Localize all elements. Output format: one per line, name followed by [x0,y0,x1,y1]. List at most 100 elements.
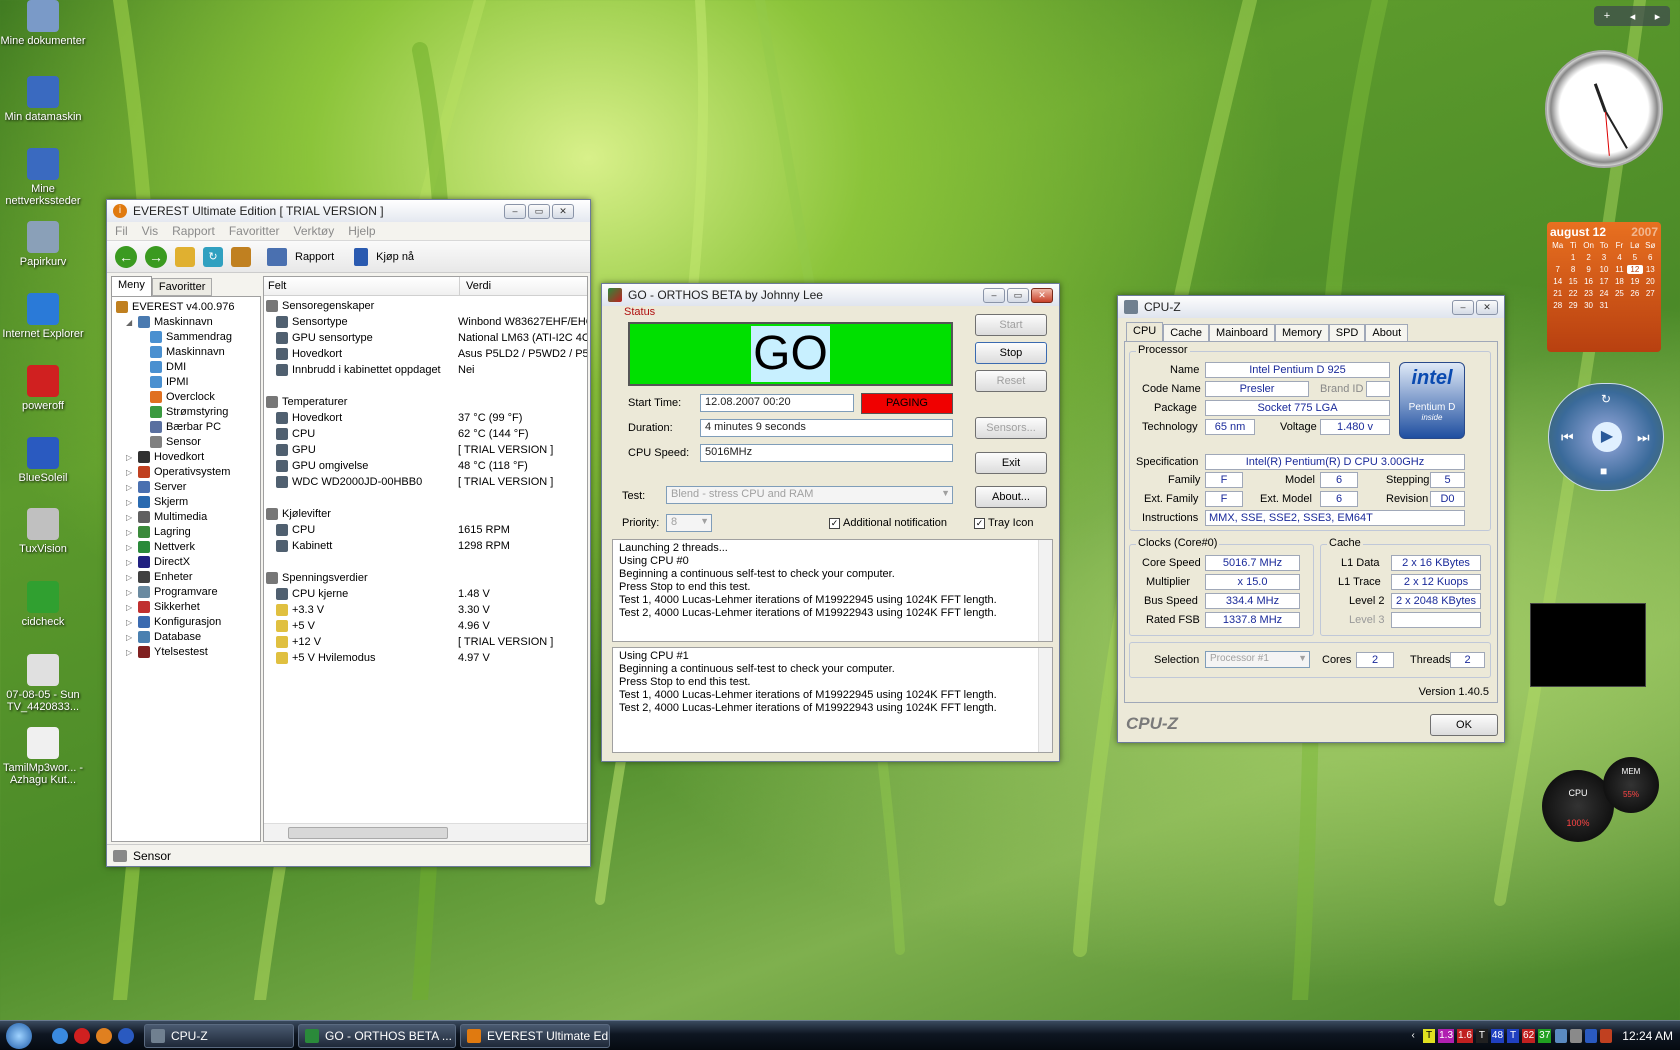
about-button[interactable]: About... [975,486,1047,508]
tree-item[interactable]: Maskinnavn [150,344,225,360]
start-button[interactable]: Start [975,314,1047,336]
stop-icon[interactable]: ■ [1600,464,1607,478]
previous-icon[interactable]: ◂ [1630,10,1636,23]
tree-item[interactable]: ▷ Server [126,479,186,495]
log-cpu0[interactable]: Launching 2 threads... Using CPU #0 Beginn… [612,539,1053,642]
calendar-day[interactable]: 5 [1627,253,1642,262]
desktop-icon[interactable]: Mine dokumenter [0,0,88,47]
expand-icon[interactable]: ▷ [126,513,134,522]
calendar-day[interactable]: 17 [1596,277,1611,286]
sensor-row[interactable]: +5 V 4.96 V [276,618,587,634]
tree-item[interactable]: ▷ Enheter [126,569,193,585]
sensor-row[interactable]: GPU sensortype National LM63 (ATI-I2C 4C [276,330,587,346]
tree-item[interactable]: Overclock [150,389,215,405]
expand-icon[interactable]: ▷ [126,498,134,507]
next-icon[interactable]: ▸ [1655,10,1661,23]
menu-item[interactable]: Favoritter [229,224,280,238]
volume-icon[interactable] [1570,1029,1583,1043]
expand-icon[interactable]: ▷ [126,543,134,552]
menu-item[interactable]: Verktøy [294,224,335,238]
tree-item[interactable]: DMI [150,359,186,375]
calendar-day[interactable]: 24 [1596,289,1611,298]
bluetooth-icon[interactable] [118,1027,134,1044]
close-button[interactable]: ✕ [1476,299,1498,315]
tree-item[interactable]: EVEREST v4.00.976 [116,299,235,315]
menu-item[interactable]: Rapport [172,224,215,238]
calendar-day[interactable]: 14 [1550,277,1565,286]
tray-indicator[interactable]: T [1475,1029,1488,1043]
expand-icon[interactable]: ▷ [126,573,134,582]
tree-item[interactable]: IPMI [150,374,189,390]
cpuz-titlebar[interactable]: CPU-Z – ✕ [1118,296,1504,318]
tree-item[interactable]: ▷ Konfigurasjon [126,614,221,630]
start-button[interactable] [0,1021,38,1050]
calendar-day[interactable]: 6 [1643,253,1658,262]
tray-indicator[interactable]: 1.6 [1457,1029,1473,1043]
tab-favoritter[interactable]: Favoritter [151,278,213,296]
sensor-row[interactable]: GPU [ TRIAL VERSION ] [276,442,587,458]
exit-button[interactable]: Exit [975,452,1047,474]
calendar-day[interactable]: 23 [1581,289,1596,298]
ok-button[interactable]: OK [1430,714,1498,736]
tray-indicator[interactable]: T [1507,1029,1520,1043]
everest-titlebar[interactable]: i EVEREST Ultimate Edition [ TRIAL VERSI… [107,200,590,222]
calendar-day[interactable]: 4 [1612,253,1627,262]
reset-button[interactable]: Reset [975,370,1047,392]
col-felt[interactable]: Felt [264,277,460,295]
sensor-row[interactable]: Kabinett 1298 RPM [276,538,587,554]
opera-icon[interactable] [74,1027,90,1044]
tree-item[interactable]: ▷ Sikkerhet [126,599,200,615]
orthos-window[interactable]: GO - ORTHOS BETA by Johnny Lee – ▭ ✕ Sta… [601,283,1060,762]
calendar-day[interactable]: 12 [1627,265,1643,274]
shield-icon[interactable] [1600,1029,1613,1043]
calendar-day[interactable]: 16 [1581,277,1596,286]
calendar-day[interactable]: 30 [1581,301,1596,310]
cpuz-window[interactable]: CPU-Z – ✕ CPU Cache Mainboard Memory SPD Abou… [1117,295,1505,743]
calendar-day[interactable]: 25 [1612,289,1627,298]
tree-item[interactable]: ▷ DirectX [126,554,190,570]
stop-button[interactable]: Stop [975,342,1047,364]
tray-indicator[interactable]: 37 [1538,1029,1552,1043]
tray-indicator[interactable]: 62 [1522,1029,1536,1043]
tab-about[interactable]: About [1365,324,1409,342]
close-button[interactable]: ✕ [552,203,574,219]
tree-item[interactable]: ▷ Ytelsestest [126,644,208,660]
desktop-icon[interactable]: 07-08-05 - Sun TV_4420833... [0,654,88,713]
chevron-left-icon[interactable]: ‹ [1407,1029,1419,1043]
sensor-row[interactable]: Sensortype Winbond W83627EHF/EHG [276,314,587,330]
test-select[interactable]: Blend - stress CPU and RAM ▼ [666,486,953,504]
sensor-row[interactable]: WDC WD2000JD-00HBB0 [ TRIAL VERSION ] [276,474,587,490]
internet-explorer-icon[interactable] [52,1027,68,1044]
taskbar-item[interactable]: GO - ORTHOS BETA ... [298,1023,456,1048]
tree-item[interactable]: ▷ Nettverk [126,539,195,555]
add-gadget-icon[interactable]: + [1604,10,1610,22]
taskbar-item[interactable]: CPU-Z [144,1023,294,1048]
calendar-day[interactable] [1643,301,1658,310]
report-button[interactable]: Rapport [295,251,334,263]
calendar-day[interactable] [1612,301,1627,310]
play-icon[interactable]: ▶ [1592,422,1622,452]
calendar-day[interactable]: 3 [1596,253,1611,262]
bluetooth-tray-icon[interactable] [1585,1029,1598,1043]
tree-item[interactable]: ▷ Lagring [126,524,191,540]
tray-indicator[interactable]: 1.3 [1438,1029,1455,1043]
calendar-day[interactable]: 13 [1643,265,1658,274]
tree-item[interactable]: ▷ Operativsystem [126,464,230,480]
tree-item[interactable]: ◢ Maskinnavn [126,314,213,330]
calendar-day[interactable]: 9 [1581,265,1596,274]
firefox-icon[interactable] [96,1027,112,1044]
clock-text[interactable]: 12:24 AM [1621,1029,1674,1043]
desktop-icon[interactable]: TuxVision [0,508,88,555]
calendar-day[interactable]: 2 [1581,253,1596,262]
log-cpu1[interactable]: Using CPU #1 Beginning a continuous self-… [612,647,1053,753]
calendar-day[interactable]: 21 [1550,289,1565,298]
desktop-icon[interactable]: Mine nettverkssteder [0,148,88,207]
up-icon[interactable] [175,246,195,267]
tray-indicator[interactable]: T [1423,1029,1436,1043]
users-icon[interactable] [231,246,251,267]
sensor-row[interactable]: CPU 1615 RPM [276,522,587,538]
vscrollbar[interactable] [1038,540,1052,641]
sensor-row[interactable]: GPU omgivelse 48 °C (118 °F) [276,458,587,474]
sensor-row[interactable]: Hovedkort Asus P5LD2 / P5WD2 / P5V [276,346,587,362]
tab-cpu[interactable]: CPU [1126,322,1164,342]
